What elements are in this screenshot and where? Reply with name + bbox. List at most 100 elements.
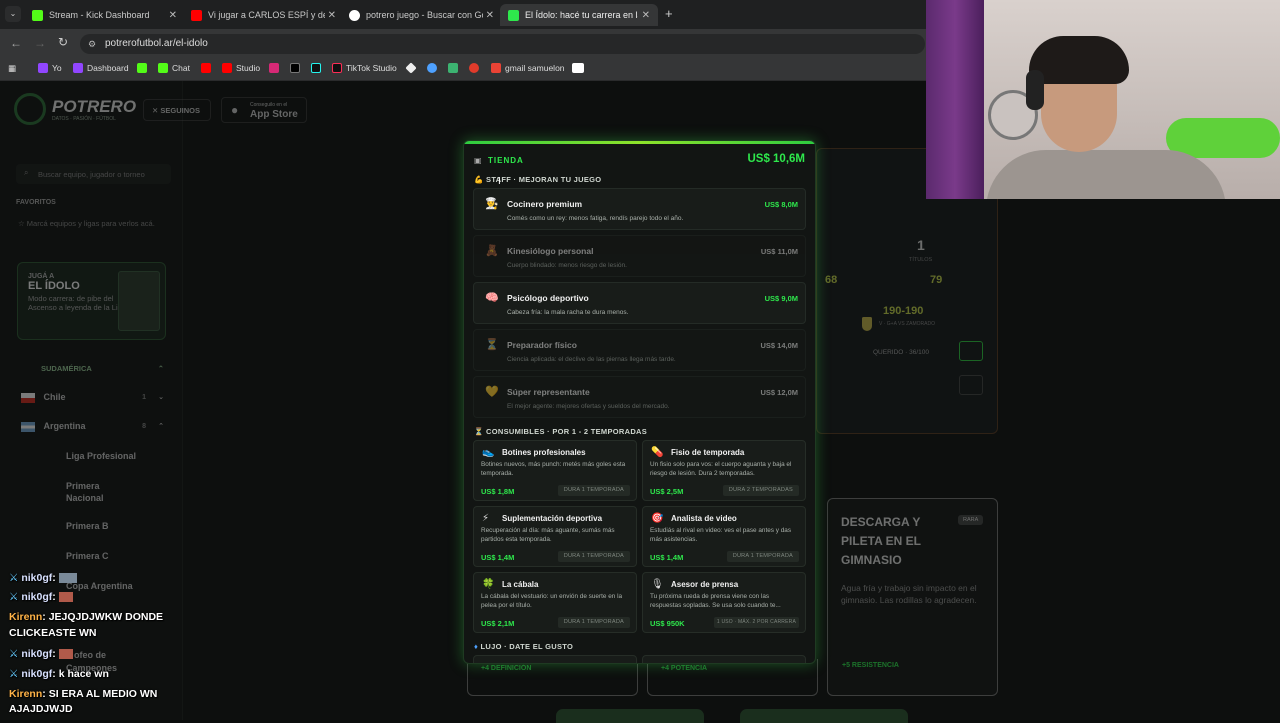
bookmark-tiktok[interactable]	[311, 63, 321, 73]
country-name: Chile	[43, 392, 66, 402]
shop-item-kinesiologo[interactable]: 🧸 Kinesiólogo personal Cuerpo blindado: …	[473, 235, 806, 277]
item-desc: Comés como un rey: menos fatiga, rendís …	[507, 215, 684, 222]
bookmark-x[interactable]	[290, 63, 300, 73]
twitch-icon	[38, 63, 48, 73]
section-text: STAFF · MEJORAN TU JUEGO	[486, 175, 602, 184]
bookmark-nb[interactable]	[572, 63, 584, 73]
site-logo-sub: DATOS · PASIÓN · FÚTBOL	[52, 116, 116, 122]
bookmark-misc-4[interactable]	[469, 63, 479, 73]
shop-item-lujo-2[interactable]	[642, 655, 806, 663]
league-liga-profesional[interactable]: Liga Profesional	[66, 451, 136, 461]
duration-tag: DURA 2 TEMPORADAS	[722, 485, 799, 496]
chat-message: ⚔ nik0gf:	[9, 591, 73, 603]
sidebar: POTRERO DATOS · PASIÓN · FÚTBOL ⌕ Buscar…	[0, 81, 183, 720]
shop-item-botines[interactable]: 👟 Botines profesionales Botines nuevos, …	[473, 440, 637, 501]
section-text: CONSUMIBLES · POR 1 - 2 TEMPORADAS	[486, 427, 648, 436]
new-tab-button[interactable]: +	[665, 6, 673, 21]
event-tag: RARA	[958, 515, 984, 525]
country-chile[interactable]: Chile 1 ⌄	[21, 392, 164, 403]
shop-item-preparador[interactable]: ⏳ Preparador físico Ciencia aplicada: el…	[473, 329, 806, 371]
follow-button[interactable]: ✕ SEGUINOS	[143, 99, 211, 121]
chat-message: Kirenn: SI ERA AL MEDIO WN	[9, 688, 158, 700]
youtube-icon	[191, 9, 202, 21]
item-price: US$ 2,5M	[650, 487, 684, 496]
shop-icon[interactable]	[959, 341, 983, 361]
shop-item-psicologo[interactable]: 🧠 Psicólogo deportivo Cabeza fría: la ma…	[473, 282, 806, 324]
sword-icon: ⚔	[9, 572, 19, 584]
bookmark-dashboard[interactable]: Dashboard	[73, 63, 129, 73]
emote-icon	[58, 649, 73, 660]
card-icon[interactable]	[959, 375, 983, 395]
item-price: US$ 11,0M	[760, 247, 798, 256]
bookmark-label: Yo	[52, 63, 62, 73]
bookmark-misc-1[interactable]	[405, 62, 417, 74]
bookmark-gmail[interactable]: gmail samuelon	[491, 63, 565, 73]
target-icon: 🎯	[651, 513, 664, 524]
bookmark-misc-2[interactable]	[427, 63, 437, 73]
close-icon[interactable]: ✕	[637, 9, 654, 21]
league-primera-nacional[interactable]: Primera Nacional	[66, 480, 136, 504]
item-name: Preparador físico	[507, 340, 577, 350]
bookmark-youtube[interactable]	[201, 63, 211, 73]
instagram-icon	[269, 63, 279, 73]
apps-icon[interactable]: ▦	[8, 63, 16, 74]
bookmark-chat[interactable]: Chat	[158, 63, 190, 73]
shop-item-fisio[interactable]: 💊 Fisio de temporada Un fisio solo para …	[642, 440, 806, 501]
bookmark-misc-3[interactable]	[448, 63, 458, 73]
close-icon[interactable]: ✕	[169, 10, 177, 21]
bookmark-label: gmail samuelon	[505, 63, 565, 73]
potrero-icon	[508, 9, 519, 21]
site-info-icon[interactable]: ⚙	[88, 34, 96, 54]
youtube-icon	[201, 63, 211, 73]
reload-icon[interactable]: ↻	[58, 35, 68, 49]
shop-item-cabala[interactable]: 🍀 La cábala La cábala del vestuario: un …	[473, 572, 637, 633]
bottom-button-left[interactable]	[556, 709, 704, 723]
shop-item-representante[interactable]: 💛 Súper representante El mejor agente: m…	[473, 376, 806, 418]
event-card[interactable]: DESCARGA Y PILETA EN EL GIMNASIO RARA Ag…	[827, 498, 998, 696]
bookmark-instagram[interactable]	[269, 63, 279, 73]
tab-kick-dashboard[interactable]: Stream - Kick Dashboard ✕	[32, 4, 177, 26]
shop-item-lujo-1[interactable]	[473, 655, 637, 663]
tab-search-icon[interactable]: ⌄	[5, 6, 21, 22]
event-title: DESCARGA Y PILETA EN EL GIMNASIO	[841, 515, 921, 567]
hair-image	[1029, 36, 1129, 84]
option-card-potencia[interactable]: +4 POTENCIA	[647, 659, 818, 696]
shop-item-analista[interactable]: 🎯 Analista de video Estudiás al rival en…	[642, 506, 806, 567]
item-price: US$ 1,8M	[481, 487, 515, 496]
bookmark-kick[interactable]	[137, 63, 147, 73]
el-idolo-promo[interactable]: JUGÁ A EL ÍDOLO Modo carrera: de pibe de…	[17, 262, 166, 340]
youtube-icon	[222, 63, 232, 73]
curtain-image	[926, 0, 984, 199]
promo-desc: Modo carrera: de pibe del Ascenso a leye…	[28, 294, 126, 312]
back-icon[interactable]: ←	[10, 36, 22, 50]
app-store-button[interactable]: ● Conseguilo en el App Store	[221, 97, 307, 123]
option-card-definicion[interactable]: +4 DEFINICIÓN	[467, 659, 638, 696]
country-argentina[interactable]: Argentina 8 ⌃	[21, 421, 164, 432]
chat-message: ⚔ nik0gf:	[9, 572, 77, 584]
duration-tag: DURA 1 TEMPORADA	[557, 551, 630, 562]
bookmark-tiktok-studio[interactable]: TikTok Studio	[332, 63, 397, 73]
item-price: US$ 9,0M	[764, 294, 798, 303]
tab-youtube-video[interactable]: Vi jugar a CARLOS ESPÍ y descu ✕	[191, 4, 336, 26]
tab-google-search[interactable]: potrero juego - Buscar con Goo ✕	[349, 4, 494, 26]
bookmark-studio[interactable]: Studio	[222, 63, 260, 73]
address-bar[interactable]: ⚙ potrerofutbol.ar/el-idolo	[80, 34, 925, 54]
close-icon[interactable]: ✕	[324, 9, 336, 21]
close-icon[interactable]: ✕	[482, 9, 494, 21]
forward-icon[interactable]: →	[34, 36, 46, 50]
tab-el-idolo[interactable]: El Ídolo: hacé tu carrera en la L ✕	[500, 4, 658, 26]
bookmark-label: Studio	[236, 63, 261, 73]
region-sudamerica[interactable]: SUDAMÉRICA ⌃	[24, 364, 164, 373]
league-primera-b[interactable]: Primera B	[66, 521, 109, 531]
bottom-button-right[interactable]	[740, 709, 908, 723]
league-primera-c[interactable]: Primera C	[66, 551, 109, 561]
item-desc: Cuerpo blindado: menos riesgo de lesión.	[507, 262, 627, 269]
shop-item-asesor-prensa[interactable]: 🎙 Asesor de prensa Tu próxima rueda de p…	[642, 572, 806, 633]
search-input[interactable]: ⌕ Buscar equipo, jugador o torneo	[16, 164, 171, 184]
shop-item-suplementacion[interactable]: ⚡ Suplementación deportiva Recuperación …	[473, 506, 637, 567]
league-trofeo-partial[interactable]: ofeo de	[74, 650, 106, 660]
option-bonus: +4 POTENCIA	[661, 665, 708, 672]
shop-item-cocinero[interactable]: 👨‍🍳 Cocinero premium Comés como un rey: …	[473, 188, 806, 230]
bookmark-yo[interactable]: Yo	[38, 63, 62, 73]
tab-title: Stream - Kick Dashboard	[49, 10, 150, 20]
